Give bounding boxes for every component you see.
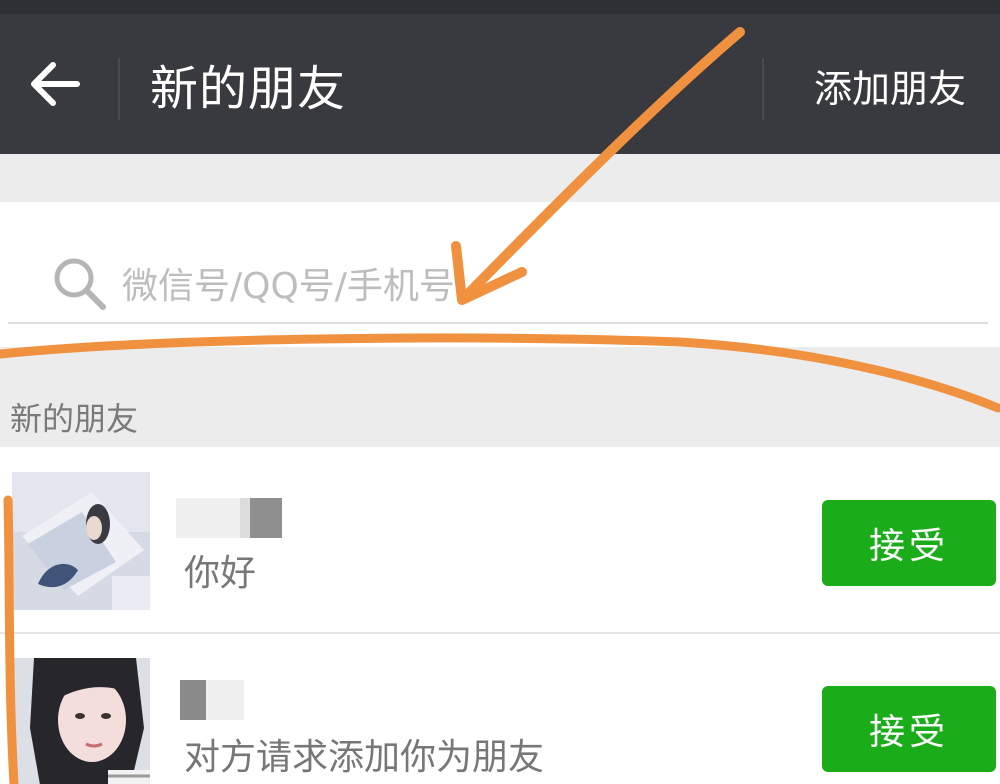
request-message: 你好 <box>184 553 257 594</box>
page-title: 新的朋友 <box>150 61 347 117</box>
add-friend-button[interactable]: 添加朋友 <box>790 58 990 120</box>
section-title: 新的朋友 <box>10 400 139 438</box>
search-input[interactable] <box>120 258 944 314</box>
nav-divider <box>762 58 764 120</box>
new-friends-screen: 新的朋友 添加朋友 新的朋友 你好 接受 <box>0 0 1000 784</box>
accept-button[interactable]: 接受 <box>822 686 996 772</box>
nav-divider <box>118 58 120 120</box>
search-underline <box>8 322 988 324</box>
section-header <box>0 347 1000 447</box>
avatar <box>12 472 150 610</box>
name-redaction <box>180 680 206 720</box>
status-bar <box>0 0 1000 14</box>
accept-button[interactable]: 接受 <box>822 500 996 586</box>
arrow-left-icon <box>31 62 80 106</box>
name-redaction <box>176 498 240 538</box>
request-message: 对方请求添加你为朋友 <box>184 737 545 778</box>
search-icon <box>54 258 106 310</box>
avatar <box>12 658 150 784</box>
spacer-band <box>0 154 1000 202</box>
name-redaction <box>250 498 282 538</box>
back-button[interactable] <box>0 14 110 154</box>
name-redaction <box>206 680 244 720</box>
